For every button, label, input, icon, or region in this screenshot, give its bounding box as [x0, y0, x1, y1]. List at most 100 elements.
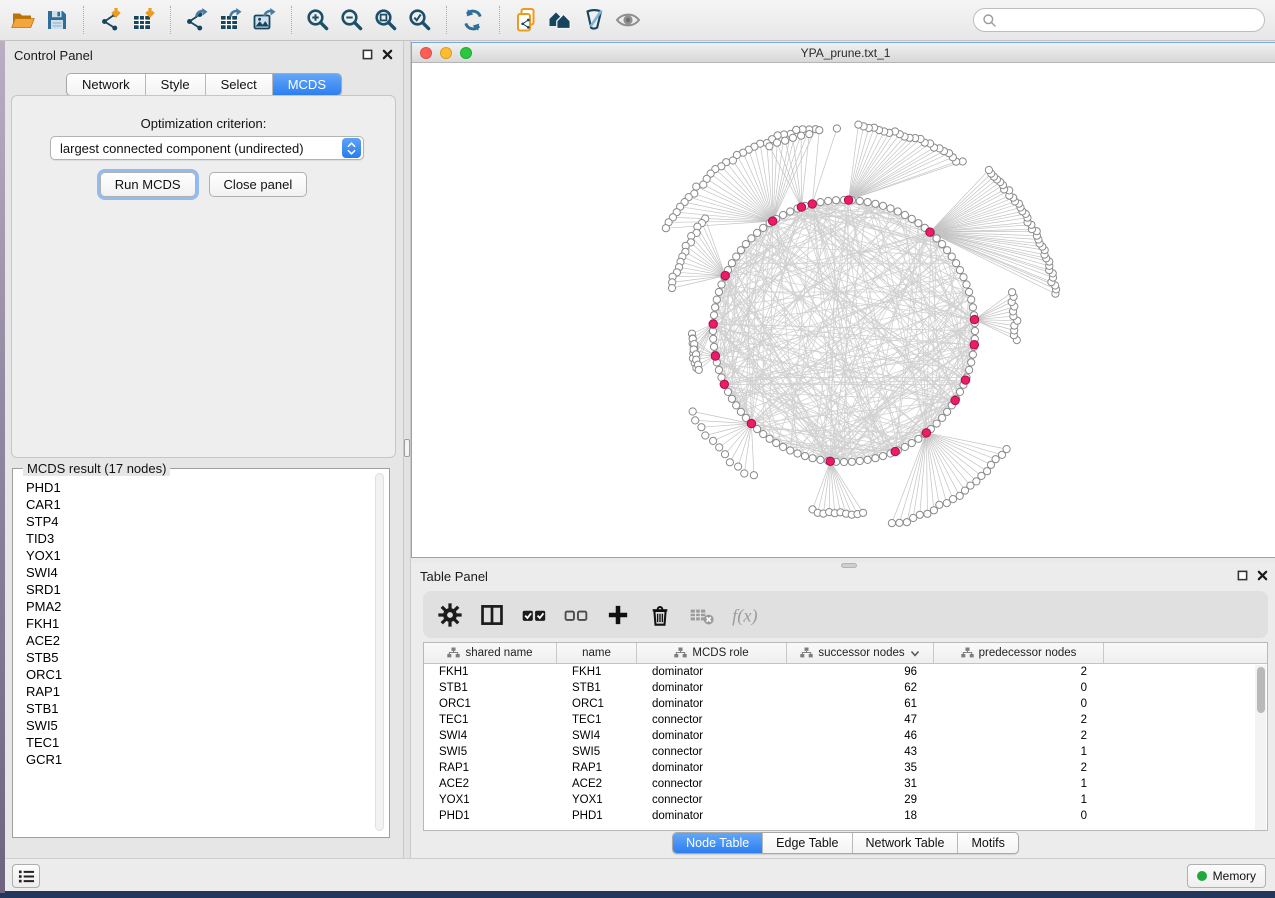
mcds-result-item[interactable]: TID3: [14, 530, 374, 547]
run-mcds-button[interactable]: Run MCDS: [100, 172, 196, 197]
column-header-MCDS-role[interactable]: MCDS role: [637, 643, 787, 663]
add-column-icon: [604, 601, 632, 629]
open-button[interactable]: [6, 3, 40, 37]
mcds-result-item[interactable]: SRD1: [14, 581, 374, 598]
table-cell: RAP1: [424, 762, 557, 774]
mcds-result-item[interactable]: SWI5: [14, 717, 374, 734]
memory-button[interactable]: Memory: [1187, 864, 1266, 888]
table-scrollbar[interactable]: [1255, 665, 1266, 830]
columns-button[interactable]: [477, 600, 507, 630]
search-box[interactable]: [973, 8, 1265, 32]
tab-mcds[interactable]: MCDS: [273, 74, 341, 95]
gear-icon: [436, 601, 464, 629]
style-pen-button[interactable]: [577, 3, 611, 37]
mcds-result-item[interactable]: PHD1: [14, 479, 374, 496]
export-table-icon: [218, 7, 244, 33]
table-row[interactable]: STB1STB1dominator620: [424, 680, 1267, 696]
table-row[interactable]: YOX1YOX1connector291: [424, 792, 1267, 808]
mcds-result-item[interactable]: FKH1: [14, 615, 374, 632]
mcds-result-item[interactable]: YOX1: [14, 547, 374, 564]
mcds-result-item[interactable]: GCR1: [14, 751, 374, 768]
column-header-successor-nodes[interactable]: successor nodes: [787, 643, 934, 663]
tab-style[interactable]: Style: [146, 74, 206, 95]
select-all-button[interactable]: [519, 600, 549, 630]
mcds-result-item[interactable]: ORC1: [14, 666, 374, 683]
tab-network[interactable]: Network: [67, 74, 146, 95]
home-button[interactable]: [543, 3, 577, 37]
clone-network-button[interactable]: [509, 3, 543, 37]
mcds-result-item[interactable]: SWI4: [14, 564, 374, 581]
table-cell: 1: [934, 794, 1104, 806]
mcds-result-item[interactable]: STP4: [14, 513, 374, 530]
close-panel-button[interactable]: Close panel: [209, 172, 308, 197]
table-cell: 2: [934, 714, 1104, 726]
mcds-result-list: PHD1CAR1STP4TID3YOX1SWI4SRD1PMA2FKH1ACE2…: [14, 479, 374, 831]
mcds-result-item[interactable]: TEC1: [14, 734, 374, 751]
criterion-dropdown[interactable]: largest connected component (undirected): [50, 136, 364, 160]
close-panel-icon[interactable]: [1257, 570, 1268, 581]
mcds-result-item[interactable]: STB1: [14, 700, 374, 717]
table-row[interactable]: TEC1TEC1connector472: [424, 712, 1267, 728]
application-window: Control Panel NetworkStyleSelectMCDS Opt…: [0, 0, 1275, 898]
table-row[interactable]: SWI4SWI4dominator462: [424, 728, 1267, 744]
column-header-shared-name[interactable]: shared name: [424, 643, 557, 663]
zoom-fit-button[interactable]: [369, 3, 403, 37]
export-image-icon: [252, 7, 278, 33]
tab-node-table[interactable]: Node Table: [673, 833, 763, 853]
mcds-result-item[interactable]: STB5: [14, 649, 374, 666]
zoom-in-button[interactable]: [301, 3, 335, 37]
import-network-button[interactable]: [93, 3, 127, 37]
splitter-grab-handle[interactable]: [404, 439, 410, 457]
export-table-button[interactable]: [214, 3, 248, 37]
save-button[interactable]: [40, 3, 74, 37]
export-network-button[interactable]: [180, 3, 214, 37]
import-table-button[interactable]: [127, 3, 161, 37]
column-header-name[interactable]: name: [557, 643, 637, 663]
add-column-button[interactable]: [603, 600, 633, 630]
deselect-all-button[interactable]: [561, 600, 591, 630]
table-row[interactable]: SWI5SWI5connector431: [424, 744, 1267, 760]
export-image-button[interactable]: [248, 3, 282, 37]
tab-edge-table[interactable]: Edge Table: [763, 833, 852, 853]
export-network-icon: [184, 7, 210, 33]
table-panel-resize-handle[interactable]: [841, 563, 857, 568]
close-panel-icon[interactable]: [382, 49, 393, 60]
column-header-predecessor-nodes[interactable]: predecessor nodes: [934, 643, 1104, 663]
mcds-result-item[interactable]: PMA2: [14, 598, 374, 615]
table-row[interactable]: ORC1ORC1dominator610: [424, 696, 1267, 712]
table-row[interactable]: RAP1RAP1dominator352: [424, 760, 1267, 776]
mcds-result-item[interactable]: CAR1: [14, 496, 374, 513]
table-row[interactable]: ACE2ACE2connector311: [424, 776, 1267, 792]
vertical-splitter[interactable]: [403, 41, 411, 858]
gear-button[interactable]: [435, 600, 465, 630]
table-cell: dominator: [637, 666, 787, 678]
zoom-selected-button[interactable]: [403, 3, 437, 37]
mcds-result-item[interactable]: RAP1: [14, 683, 374, 700]
delete-column-button[interactable]: [645, 600, 675, 630]
tab-network-table[interactable]: Network Table: [853, 833, 959, 853]
float-panel-icon[interactable]: [362, 49, 373, 60]
float-panel-icon[interactable]: [1237, 570, 1248, 581]
network-frame-titlebar[interactable]: YPA_prune.txt_1: [412, 43, 1275, 63]
table-cell: connector: [637, 778, 787, 790]
mcds-list-scrollbar[interactable]: [375, 473, 384, 831]
deselect-all-icon: [562, 601, 590, 629]
main-toolbar: [0, 0, 1275, 41]
table-row[interactable]: PHD1PHD1dominator180: [424, 808, 1267, 824]
search-icon: [982, 13, 997, 28]
tab-motifs[interactable]: Motifs: [958, 833, 1017, 853]
table-scrollbar-thumb[interactable]: [1257, 667, 1265, 713]
table-cell: ORC1: [557, 698, 637, 710]
tab-select[interactable]: Select: [206, 74, 273, 95]
zoom-out-button[interactable]: [335, 3, 369, 37]
eye-button[interactable]: [611, 3, 645, 37]
network-frame: YPA_prune.txt_1: [411, 42, 1275, 558]
task-history-button[interactable]: [12, 864, 40, 888]
function-builder-icon: f(x): [730, 601, 758, 629]
table-row[interactable]: FKH1FKH1dominator962: [424, 664, 1267, 680]
table-cell: dominator: [637, 698, 787, 710]
search-input[interactable]: [997, 13, 1256, 27]
refresh-button[interactable]: [456, 3, 490, 37]
network-view[interactable]: [412, 63, 1275, 557]
mcds-result-item[interactable]: ACE2: [14, 632, 374, 649]
